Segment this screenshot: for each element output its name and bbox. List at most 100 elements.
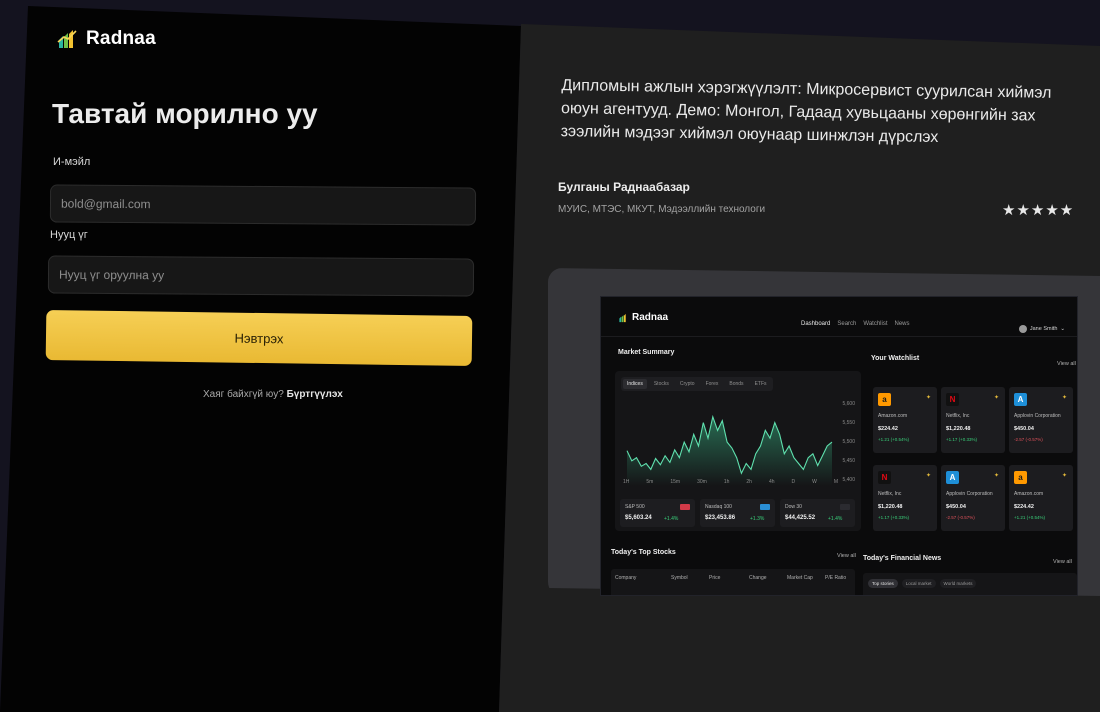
- index-card-sp500: S&P 500 $5,603.24 +1.4%: [620, 499, 695, 527]
- watchlist-card: A ✦ Applovin Corporation $450.04 -2.57 (-0.5…: [941, 465, 1005, 531]
- y-tick: 5,600: [842, 401, 855, 407]
- email-input[interactable]: [49, 184, 477, 226]
- stock-price: $450.04: [946, 504, 966, 510]
- star-icon: ✦: [925, 395, 931, 401]
- financial-news-title: Today's Financial News: [863, 555, 942, 562]
- company-name: Applovin Corporation: [1014, 413, 1061, 419]
- tab-forex: Forex: [705, 381, 719, 387]
- dashboard-brand-name: Radnaa: [632, 312, 669, 323]
- company-logo-icon: a: [1014, 471, 1027, 484]
- top-stocks-title: Today's Top Stocks: [611, 549, 676, 556]
- login-button[interactable]: Нэвтрэх: [45, 310, 473, 366]
- y-tick: 5,450: [842, 458, 855, 464]
- news-tabs: Top stories Local market World markets: [868, 579, 977, 588]
- star-icon: ✦: [925, 473, 931, 479]
- company-name: Amazon.com: [878, 413, 908, 419]
- signup-prompt: Хаяг байхгүй юу? Бүртгүүлэх: [203, 389, 343, 400]
- index-change: +1.4%: [664, 516, 679, 522]
- signup-link[interactable]: Бүртгүүлэх: [287, 389, 343, 400]
- stock-change: -2.57 (-0.57%): [1014, 437, 1043, 442]
- user-menu: Jane Smith ⌄: [1018, 325, 1065, 333]
- nav-news: News: [894, 321, 910, 327]
- column-header: P/E Ratio: [825, 575, 847, 581]
- brand[interactable]: Radnaa: [56, 28, 156, 50]
- index-name: Dow 30: [785, 504, 802, 510]
- market-tabs: Indices Stocks Crypto Forex Bonds ETFs: [621, 377, 773, 391]
- market-chart: [626, 414, 833, 486]
- market-summary-title: Market Summary: [618, 349, 675, 356]
- tab-indices: Indices: [623, 379, 647, 389]
- watchlist-card: a ✦ Amazon.com $224.42 +1.21 (+0.54%): [873, 387, 937, 453]
- index-value: $23,453.86: [705, 515, 736, 521]
- tab-etfs: ETFs: [754, 381, 767, 387]
- index-card-dow: Dow 30 $44,425.52 +1.4%: [780, 499, 855, 527]
- signup-prompt-text: Хаяг байхгүй юу?: [203, 389, 284, 400]
- star-icon: ✦: [1061, 473, 1067, 479]
- y-tick: 5,550: [842, 420, 855, 426]
- x-tick: M: [833, 479, 839, 485]
- stock-price: $224.42: [878, 426, 898, 432]
- avatar: [1018, 325, 1027, 333]
- column-header: Symbol: [671, 575, 688, 581]
- watchlist-view-all: View all: [1057, 361, 1076, 367]
- tab-stocks: Stocks: [653, 381, 669, 387]
- company-name: Netflix, Inc: [946, 413, 970, 419]
- stock-price: $1,220.48: [946, 426, 971, 432]
- index-tag: [760, 504, 770, 510]
- news-tab-local-market: Local market: [901, 579, 936, 588]
- x-tick: D: [791, 479, 796, 485]
- radnaa-logo-icon: [619, 313, 626, 322]
- tab-crypto: Crypto: [679, 381, 695, 387]
- author-affiliation: МУИС, МТЭС, МКУТ, Мэдээллийн технологи: [558, 204, 766, 215]
- index-change: +1.3%: [750, 516, 765, 522]
- news-tab-top-stories: Top stories: [868, 579, 898, 588]
- x-tick: 1h: [723, 479, 730, 485]
- index-value: $5,603.24: [625, 515, 652, 521]
- thesis-title: Дипломын ажлын хэрэгжүүлэлт: Микросервис…: [560, 77, 1052, 147]
- y-tick: 5,500: [842, 439, 855, 445]
- company-name: Applovin Corporation: [946, 491, 993, 497]
- news-view-all: View all: [1053, 559, 1072, 565]
- column-header: Company: [615, 575, 637, 581]
- stock-change: +1.17 (+0.33%): [946, 437, 978, 442]
- company-logo-icon: N: [946, 393, 959, 406]
- watchlist-title: Your Watchlist: [871, 355, 920, 362]
- page-title: Тавтай морилно уу: [52, 98, 318, 129]
- index-tag: [840, 504, 850, 510]
- stock-price: $450.04: [1014, 426, 1034, 432]
- x-tick: 2h: [746, 479, 752, 485]
- dashboard-preview: Radnaa Dashboard Search Watchlist News J…: [600, 296, 1078, 596]
- index-name: Nasdaq 100: [705, 504, 732, 510]
- x-tick: 15m: [670, 479, 681, 485]
- company-logo-icon: A: [1014, 393, 1027, 406]
- brand-name: Radnaa: [86, 28, 156, 49]
- watchlist-card: A ✦ Applovin Corporation $450.04 -2.57 (-0.5…: [1009, 387, 1073, 453]
- company-logo-icon: A: [946, 471, 959, 484]
- tab-bonds: Bonds: [729, 381, 744, 387]
- index-value: $44,425.52: [785, 515, 816, 521]
- index-card-nasdaq: Nasdaq 100 $23,453.86 +1.3%: [700, 499, 775, 527]
- stock-change: +1.21 (+0.54%): [878, 437, 910, 442]
- nav-dashboard: Dashboard: [801, 321, 831, 327]
- nav-search: Search: [837, 321, 857, 327]
- stock-change: -2.57 (-0.57%): [946, 515, 975, 520]
- star-icon: ✦: [993, 395, 999, 401]
- financial-news-card: Top stories Local market World markets: [863, 573, 1077, 595]
- dashboard-header: Radnaa Dashboard Search Watchlist News J…: [601, 297, 1077, 337]
- stock-change: +1.17 (+0.33%): [878, 515, 910, 520]
- watchlist-card: a ✦ Amazon.com $224.42 +1.21 (+0.54%): [1009, 465, 1073, 531]
- column-header: Market Cap: [787, 575, 813, 581]
- nav-watchlist: Watchlist: [863, 321, 888, 327]
- stock-price: $224.42: [1014, 504, 1034, 510]
- password-input[interactable]: [47, 255, 475, 297]
- market-summary-card: Indices Stocks Crypto Forex Bonds ETFs 5…: [615, 371, 861, 531]
- x-tick: 30m: [697, 479, 707, 485]
- table-header: Company Symbol Price Change Market Cap P…: [615, 575, 855, 581]
- dashboard-brand: Radnaa: [618, 312, 668, 323]
- user-name: Jane Smith: [1029, 326, 1058, 332]
- email-label: И-мэйл: [53, 156, 91, 168]
- index-name: S&P 500: [625, 504, 645, 510]
- rating-stars: ★★★★★: [1002, 202, 1075, 219]
- company-name: Netflix, Inc: [878, 491, 902, 497]
- column-header: Change: [749, 575, 767, 581]
